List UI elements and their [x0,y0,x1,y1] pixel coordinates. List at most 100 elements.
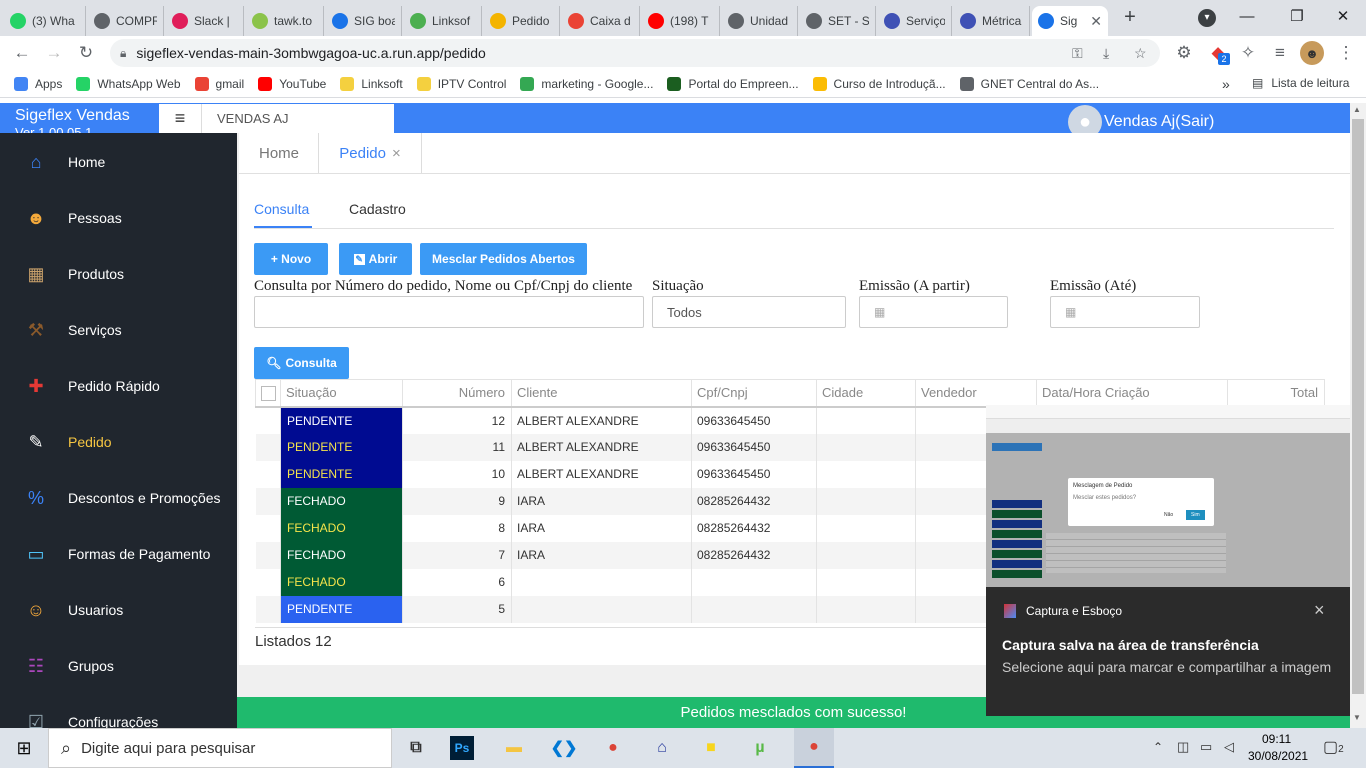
bookmarks-overflow[interactable]: » [1222,76,1230,92]
bookmark-item[interactable]: YouTube [258,76,326,91]
utorrent-icon[interactable]: µ [744,732,776,764]
bookmark-item[interactable]: GNET Central do As... [959,76,1099,91]
sidebar-item-produtos[interactable]: ▦ Produtos [0,246,237,302]
sidebar-item-configura-es[interactable]: ☑ Configurações [0,694,237,729]
subtab-consulta[interactable]: Consulta [254,201,309,217]
sticky-notes-icon[interactable]: ■ [695,732,727,764]
clock-time[interactable]: 09:11 [1262,732,1291,746]
volume-icon[interactable]: ◁ [1224,739,1234,755]
sidebar-item-pedido[interactable]: ✎ Pedido [0,414,237,470]
col-data-criacao[interactable]: Data/Hora Criação [1036,379,1228,408]
profile-avatar[interactable]: ☻ [1300,41,1324,65]
sidebar-item-home[interactable]: ⌂ Home [0,134,237,190]
tab-pedido[interactable]: Pedido × [318,133,422,173]
col-cpf[interactable]: Cpf/Cnpj [691,379,817,408]
vscode-icon[interactable]: ❮❯ [548,732,580,764]
bookmark-item[interactable]: Portal do Empreen... [667,76,799,91]
bookmark-item[interactable]: marketing - Google... [520,76,653,91]
reading-list-button[interactable]: ▤ Lista de leitura [1252,76,1349,90]
reload-icon[interactable]: ↻ [74,41,98,65]
tray-chevron-icon[interactable]: ⌃ [1153,740,1163,754]
user-logout-link[interactable]: Vendas Aj(Sair) [1104,113,1214,131]
sidebar-item-servi-os[interactable]: ⚒ Serviços [0,302,237,358]
scrollbar-down-arrow[interactable]: ▼ [1353,713,1361,722]
photoshop-icon[interactable]: Ps [450,736,474,760]
bookmark-item[interactable]: Linksoft [340,76,403,91]
sidebar-item-usuarios[interactable]: ☺ Usuarios [0,582,237,638]
meet-now-icon[interactable]: ◫ [1177,739,1189,755]
browser-tab[interactable]: Slack | [166,6,244,36]
browser-tab[interactable]: SET - S [800,6,876,36]
col-vendedor[interactable]: Vendedor [915,379,1037,408]
emissao-de-input[interactable]: ▦ [859,296,1008,328]
browser-tab-active[interactable]: Sig ✕ [1032,6,1108,36]
consulta-button[interactable]: 🔍︎ Consulta [254,347,349,379]
browser-tab[interactable]: COMPR [88,6,164,36]
scrollbar-thumb[interactable] [1352,119,1364,694]
browser-tab[interactable]: SIG boa [326,6,402,36]
bookmark-item[interactable]: WhatsApp Web [76,76,181,91]
tab-search-icon[interactable]: ▾ [1198,9,1216,27]
col-cidade[interactable]: Cidade [816,379,916,408]
tab-home[interactable]: Home [259,133,299,173]
close-window-button[interactable]: ✕ [1320,0,1366,32]
select-all-checkbox[interactable] [255,379,281,408]
company-field[interactable]: VENDAS AJ [201,104,394,133]
bookmark-star-icon[interactable]: ☆ [1134,45,1147,62]
col-total[interactable]: Total [1227,379,1325,408]
back-icon[interactable]: ← [10,41,34,65]
sidebar-item-formas-de-pagamento[interactable]: ▭ Formas de Pagamento [0,526,237,582]
novo-button[interactable]: + Novo [254,243,328,275]
browser-tab[interactable]: (3) Wha [4,6,86,36]
sidebar-item-grupos[interactable]: ☷ Grupos [0,638,237,694]
task-view-icon[interactable]: ⧉ [400,732,432,764]
browser-tab[interactable]: Pedido [484,6,560,36]
new-tab-button[interactable]: + [1118,6,1142,30]
bookmark-item[interactable]: IPTV Control [416,76,506,91]
media-icon[interactable]: ≡ [1268,41,1292,65]
bookmark-item[interactable]: gmail [194,76,244,91]
browser-tab[interactable]: Linksof [404,6,482,36]
install-icon[interactable]: ⤓ [1103,45,1109,62]
page-scrollbar[interactable]: ▲ ▼ [1350,103,1366,728]
sidebar-item-pedido-r-pido[interactable]: ✚ Pedido Rápido [0,358,237,414]
bookmark-item[interactable]: Apps [14,76,62,91]
browser-tab[interactable]: tawk.to [246,6,324,36]
scrollbar-up-arrow[interactable]: ▲ [1353,105,1361,114]
col-cliente[interactable]: Cliente [511,379,692,408]
action-center-icon[interactable]: ▢2 [1323,737,1344,757]
emissao-ate-input[interactable]: ▦ [1050,296,1200,328]
browser-tab[interactable]: (198) T [642,6,720,36]
key-icon[interactable]: ⚿ [1072,45,1083,62]
snip-notification[interactable]: Mesclagem de Pedido Mesclar estes pedido… [986,405,1350,716]
sidebar-item-pessoas[interactable]: ☻ Pessoas [0,190,237,246]
close-tab-icon[interactable]: ✕ [1090,13,1102,30]
screenshot-thumbnail[interactable]: Mesclagem de Pedido Mesclar estes pedido… [986,405,1350,587]
col-numero[interactable]: Número [402,379,512,408]
browser-tab[interactable]: Caixa d [562,6,640,36]
clock-date[interactable]: 30/08/2021 [1248,749,1308,763]
puzzle-icon[interactable]: ✧ [1236,41,1260,65]
file-explorer-icon[interactable]: ▬ [498,732,530,764]
situacao-select[interactable]: Todos [652,296,846,328]
abrir-button[interactable]: ✎ Abrir [339,243,412,275]
maximize-button[interactable]: ❐ [1274,0,1320,32]
extension-icon[interactable]: ⚙ [1172,41,1196,65]
subtab-cadastro[interactable]: Cadastro [349,201,406,217]
menu-toggle-button[interactable]: ≡ [159,104,201,133]
close-tab-icon[interactable]: × [392,145,401,162]
chrome-profile-icon[interactable]: ● [794,728,834,768]
browser-tab[interactable]: Métrica [954,6,1030,36]
mesclar-pedidos-button[interactable]: Mesclar Pedidos Abertos [420,243,587,275]
sidebar-item-descontos-e-promo-es[interactable]: % Descontos e Promoções [0,470,237,526]
windows-start-button[interactable]: ⊞ [8,732,40,764]
search-input[interactable] [254,296,644,328]
col-situacao[interactable]: Situação [280,379,403,408]
browser-tab[interactable]: Unidad [722,6,798,36]
network-icon[interactable]: ▭ [1200,739,1212,755]
minimize-button[interactable]: — [1224,0,1270,32]
bookmark-item[interactable]: Curso de Introduçã... [812,76,946,91]
app-icon[interactable]: ⌂ [646,732,678,764]
browser-tab[interactable]: Serviço [878,6,952,36]
extension-badge-icon[interactable]: ◆2 [1206,41,1230,65]
